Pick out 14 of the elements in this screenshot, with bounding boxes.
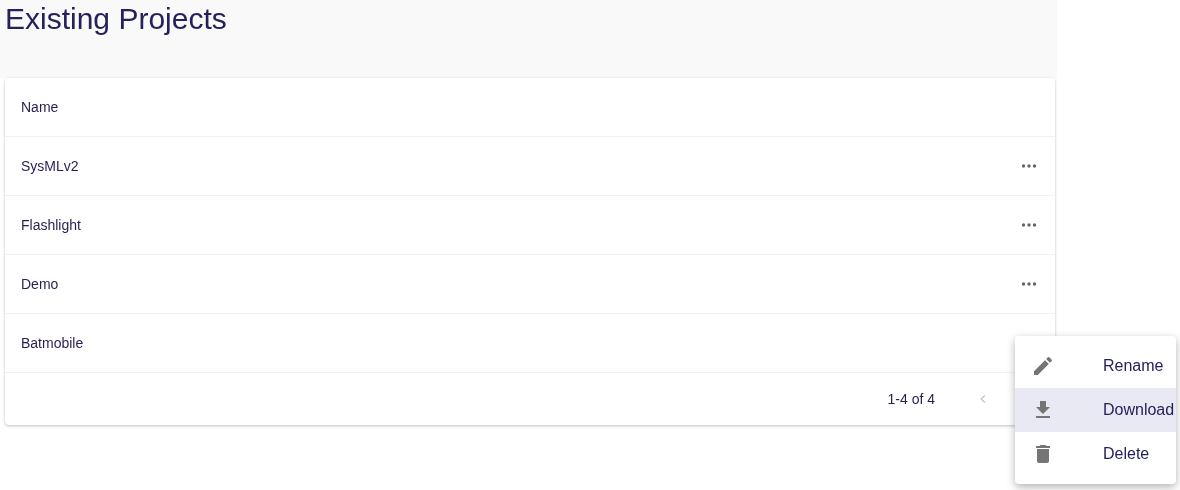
- more-button[interactable]: [1019, 280, 1039, 288]
- page-title: Existing Projects: [4, 1, 227, 36]
- menu-item[interactable]: Rename: [1015, 344, 1176, 388]
- more-button[interactable]: [1019, 221, 1039, 229]
- menu-item[interactable]: Download: [1015, 388, 1176, 432]
- table-cell: Batmobile: [21, 335, 84, 351]
- more-button[interactable]: [1019, 162, 1039, 170]
- column-header: Name: [21, 99, 59, 115]
- page-range: 1-4 of 4: [887, 391, 935, 407]
- menu-item[interactable]: Delete: [1015, 432, 1176, 476]
- pencil-icon: [1031, 354, 1055, 378]
- table-cell: SysMLv2: [21, 158, 79, 174]
- table-cell: Demo: [21, 276, 59, 292]
- table-cell: Flashlight: [21, 217, 81, 233]
